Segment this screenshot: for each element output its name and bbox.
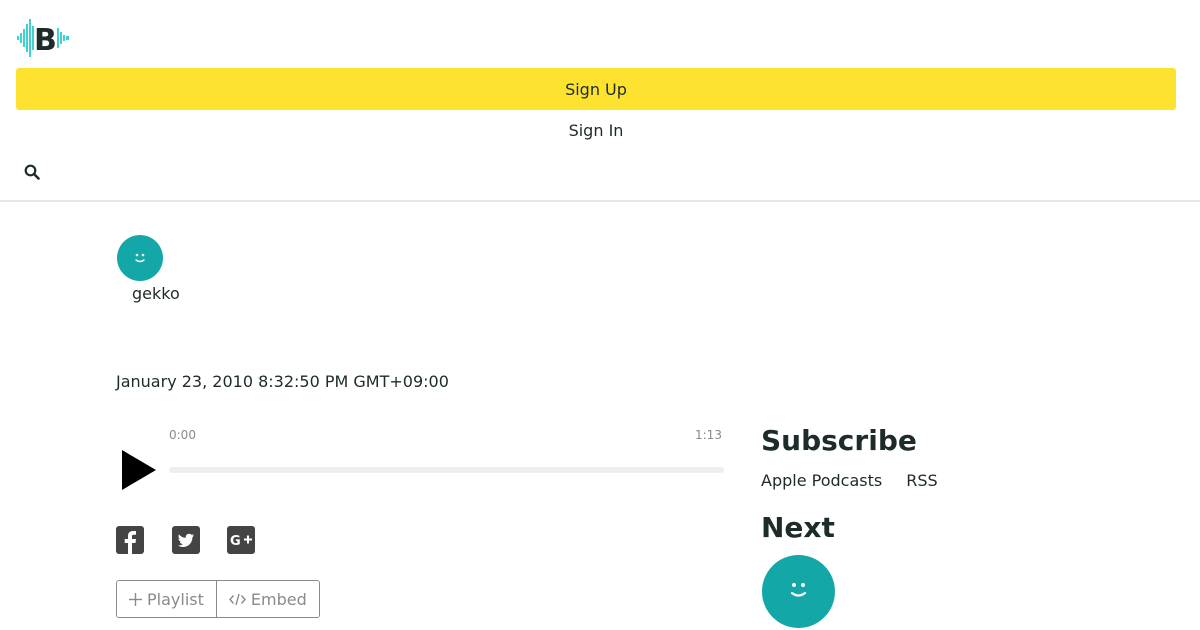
user-name[interactable]: gekko (132, 284, 180, 303)
duration: 1:13 (695, 428, 722, 442)
google-plus-share-button[interactable]: G (227, 526, 255, 554)
subscribe-heading: Subscribe (761, 424, 917, 457)
sign-in-button[interactable]: Sign In (16, 114, 1176, 148)
playlist-label: Playlist (147, 589, 204, 609)
logo-icon[interactable]: B (16, 16, 72, 60)
svg-text:B: B (34, 23, 57, 58)
twitter-share-button[interactable] (172, 526, 200, 554)
site-header: B Sign Up Sign In (0, 0, 1200, 202)
twitter-icon (177, 533, 194, 547)
facebook-icon (124, 531, 136, 554)
apple-podcasts-link[interactable]: Apple Podcasts (761, 471, 882, 490)
add-to-playlist-button[interactable]: Playlist (117, 581, 216, 617)
embed-button[interactable]: Embed (215, 581, 319, 617)
search-button[interactable] (20, 160, 44, 184)
embed-label: Embed (250, 589, 307, 609)
svg-text:G: G (230, 534, 241, 549)
play-icon (122, 450, 156, 490)
play-button[interactable] (118, 448, 160, 492)
subscribe-links: Apple Podcasts RSS (761, 471, 938, 490)
next-episode-avatar[interactable] (762, 555, 835, 628)
current-time: 0:00 (169, 428, 196, 442)
next-heading: Next (761, 511, 835, 544)
plus-icon (129, 592, 142, 606)
rss-link[interactable]: RSS (906, 471, 937, 490)
search-icon (24, 164, 40, 180)
episode-actions: Playlist Embed (116, 580, 320, 618)
facebook-share-button[interactable] (116, 526, 144, 554)
user-avatar[interactable] (117, 235, 163, 281)
progress-bar[interactable] (169, 467, 724, 473)
smiley-face-icon (790, 583, 807, 597)
google-plus-icon: G (230, 534, 252, 549)
code-icon (228, 593, 246, 605)
episode-date: January 23, 2010 8:32:50 PM GMT+09:00 (116, 372, 449, 391)
sign-up-button[interactable]: Sign Up (16, 68, 1176, 110)
smiley-face-icon (135, 253, 145, 263)
